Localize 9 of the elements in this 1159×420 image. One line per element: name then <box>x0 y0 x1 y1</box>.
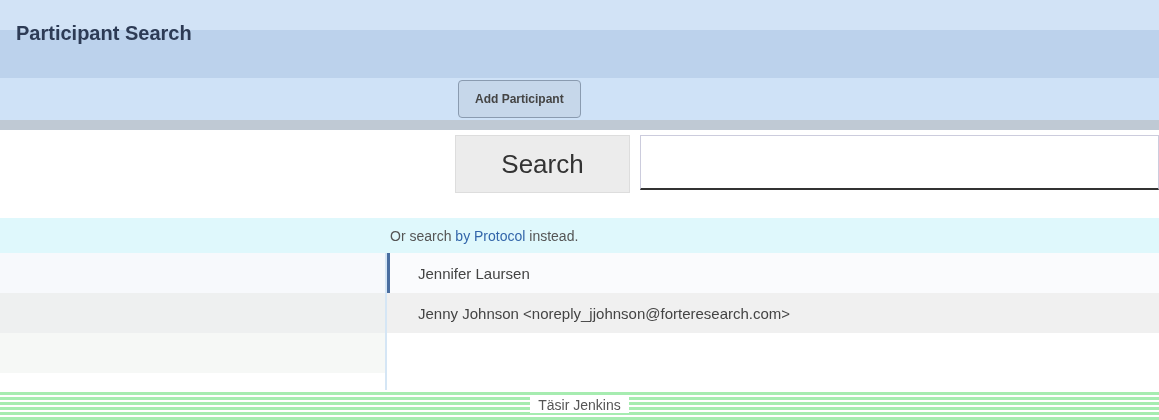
add-participant-button[interactable]: Add Participant <box>458 80 581 118</box>
search-field[interactable] <box>640 135 1159 190</box>
page-title: Participant Search <box>16 22 192 45</box>
suggestion-item[interactable]: Jennifer Laursen <box>387 253 1159 293</box>
search-button[interactable]: Search <box>455 135 630 193</box>
search-hint: Or search by Protocol instead. <box>390 227 579 244</box>
protocol-link[interactable]: by Protocol <box>455 227 526 244</box>
participant-name: Täsir Jenkins <box>530 397 629 413</box>
suggestion-item[interactable]: Jenny Johnson <noreply_jjohnson@forteresearch.com> <box>387 293 1159 333</box>
